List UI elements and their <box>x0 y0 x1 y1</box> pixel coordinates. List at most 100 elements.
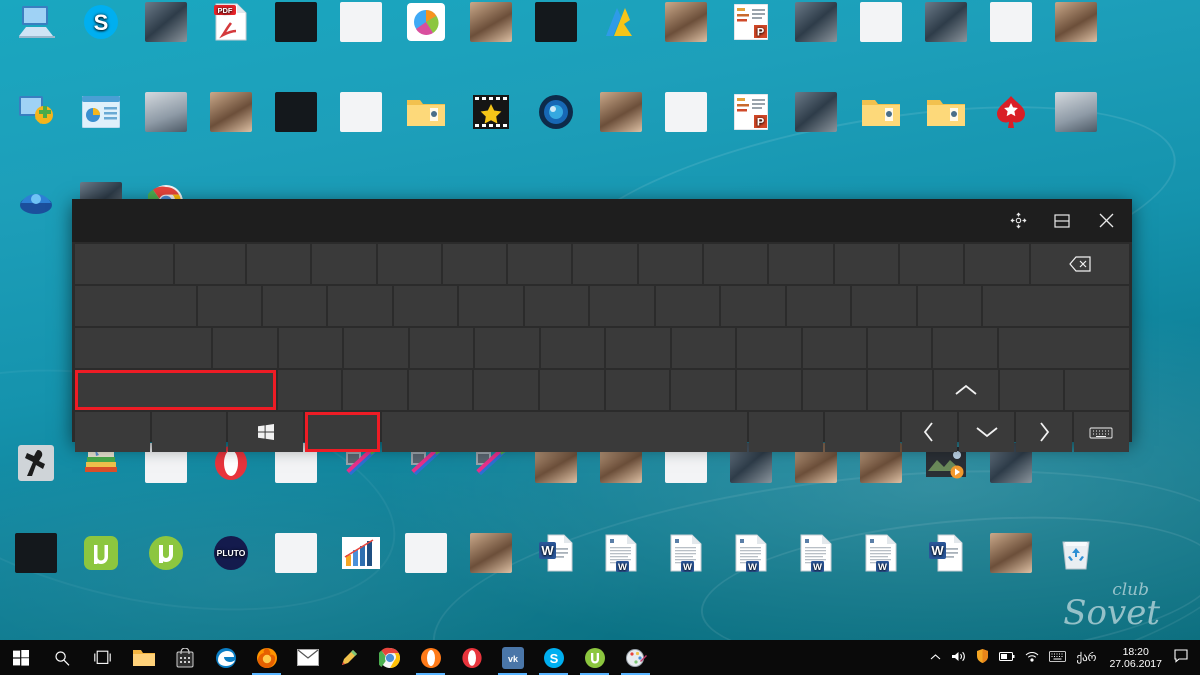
desktop-icon[interactable] <box>587 92 655 135</box>
taskbar[interactable]: vk S ქარ 18:20 27.06.2017 <box>0 640 1200 675</box>
desktop-icon[interactable] <box>327 533 395 576</box>
desktop-icon[interactable] <box>197 92 265 135</box>
keyboard-language-key[interactable] <box>1073 412 1129 452</box>
desktop-icon[interactable] <box>327 92 395 135</box>
desktop-icon[interactable] <box>457 92 525 135</box>
desktop-icon[interactable]: PDF <box>197 2 265 45</box>
osk-key-[interactable] <box>475 328 539 368</box>
osk-key-6[interactable] <box>573 244 637 284</box>
osk-key-[interactable] <box>917 286 981 326</box>
desktop-icon[interactable] <box>977 2 1045 45</box>
osk-key-[interactable] <box>867 328 932 368</box>
desktop-icon[interactable] <box>977 533 1045 576</box>
osk-key-[interactable] <box>343 370 407 410</box>
desktop-icon[interactable] <box>392 533 460 576</box>
taskbar-store[interactable] <box>164 640 205 675</box>
desktop-icon[interactable] <box>262 533 330 576</box>
osk-key-2[interactable] <box>312 244 376 284</box>
osk-key-[interactable] <box>524 286 589 326</box>
clock[interactable]: 18:20 27.06.2017 <box>1101 646 1170 670</box>
osk-key-[interactable] <box>868 370 933 410</box>
desktop-icon[interactable] <box>2 533 70 576</box>
osk-key-[interactable] <box>474 370 539 410</box>
windows-key[interactable] <box>228 412 303 452</box>
desktop-icon[interactable] <box>327 2 395 45</box>
osk-key-[interactable] <box>802 328 866 368</box>
taskbar-opera[interactable] <box>451 640 492 675</box>
osk-key-area[interactable] <box>72 244 1132 452</box>
osk-key-7[interactable] <box>638 244 703 284</box>
osk-key-altgr[interactable] <box>748 412 824 452</box>
desktop-icon[interactable] <box>262 92 330 135</box>
taskbar-mail[interactable] <box>287 640 328 675</box>
osk-key-1[interactable] <box>246 244 311 284</box>
show-hidden-icons[interactable] <box>925 652 946 664</box>
taskbar-edge[interactable] <box>205 640 246 675</box>
desktop-icon[interactable] <box>2 2 70 45</box>
osk-key-[interactable] <box>344 328 408 368</box>
desktop-icon[interactable] <box>2 92 70 135</box>
osk-key-[interactable] <box>459 286 523 326</box>
desktop-icon[interactable] <box>912 92 980 135</box>
osk-key-[interactable] <box>408 370 473 410</box>
osk-key-4[interactable] <box>442 244 507 284</box>
osk-key-[interactable] <box>278 328 343 368</box>
desktop-icon[interactable]: W <box>522 533 590 576</box>
osk-key-8[interactable] <box>704 244 768 284</box>
osk-key-shift[interactable] <box>75 370 276 410</box>
desktop-icon[interactable] <box>782 2 850 45</box>
osk-key[interactable] <box>381 412 747 452</box>
osk-key-[interactable] <box>737 328 801 368</box>
desktop-icon[interactable]: W <box>652 533 720 576</box>
osk-key-[interactable] <box>409 328 474 368</box>
osk-key[interactable] <box>998 328 1129 368</box>
desktop-icon[interactable] <box>67 533 135 576</box>
osk-title-bar[interactable] <box>72 199 1132 242</box>
desktop-icon[interactable] <box>1042 2 1110 45</box>
desktop-icon[interactable]: PLUTO <box>197 533 265 576</box>
taskbar-opera-neon[interactable] <box>410 640 451 675</box>
desktop-icon[interactable] <box>652 92 720 135</box>
osk-key-[interactable] <box>965 244 1029 284</box>
desktop-icon[interactable]: S <box>67 2 135 45</box>
osk-key-[interactable] <box>721 286 785 326</box>
desktop-icon[interactable] <box>132 2 200 45</box>
close-icon[interactable] <box>1084 201 1128 241</box>
osk-key-5[interactable] <box>508 244 572 284</box>
network-icon[interactable] <box>1020 650 1044 665</box>
osk-key-[interactable] <box>277 370 342 410</box>
osk-key-ctrl[interactable] <box>825 412 900 452</box>
osk-key-[interactable] <box>263 286 327 326</box>
osk-key-alt[interactable] <box>304 412 380 452</box>
volume-icon[interactable] <box>946 650 971 666</box>
osk-key-[interactable] <box>605 370 670 410</box>
desktop-icon[interactable] <box>977 92 1045 135</box>
backspace-key[interactable] <box>1030 244 1129 284</box>
onscreen-keyboard-icon[interactable] <box>1044 650 1071 665</box>
desktop-icon[interactable]: P <box>717 2 785 45</box>
desktop-icon[interactable] <box>67 92 135 135</box>
desktop-icon[interactable]: W <box>587 533 655 576</box>
osk-key-3[interactable] <box>377 244 441 284</box>
osk-key-[interactable] <box>197 286 262 326</box>
osk-key-[interactable] <box>852 286 916 326</box>
desktop-icon[interactable]: W <box>717 533 785 576</box>
arrow-left-key[interactable] <box>901 412 958 452</box>
osk-key-[interactable] <box>606 328 670 368</box>
desktop[interactable]: S PDF P P PLUTO W W W W W W W club Sovet <box>0 0 1200 675</box>
language-indicator[interactable]: ქარ <box>1071 651 1101 664</box>
desktop-icon[interactable]: W <box>847 533 915 576</box>
taskbar-skype[interactable]: S <box>533 640 574 675</box>
search-button[interactable] <box>41 640 82 675</box>
osk-key-[interactable] <box>786 286 851 326</box>
osk-key-del[interactable] <box>1065 370 1130 410</box>
on-screen-keyboard-window[interactable] <box>72 199 1132 452</box>
dock-icon[interactable] <box>1040 201 1084 241</box>
desktop-icon[interactable] <box>847 2 915 45</box>
taskbar-paint-3d[interactable] <box>328 640 369 675</box>
osk-key-9[interactable] <box>769 244 833 284</box>
taskbar-chrome[interactable] <box>369 640 410 675</box>
taskbar-vk[interactable]: vk <box>492 640 533 675</box>
osk-key-[interactable] <box>737 370 801 410</box>
osk-key-[interactable] <box>655 286 720 326</box>
